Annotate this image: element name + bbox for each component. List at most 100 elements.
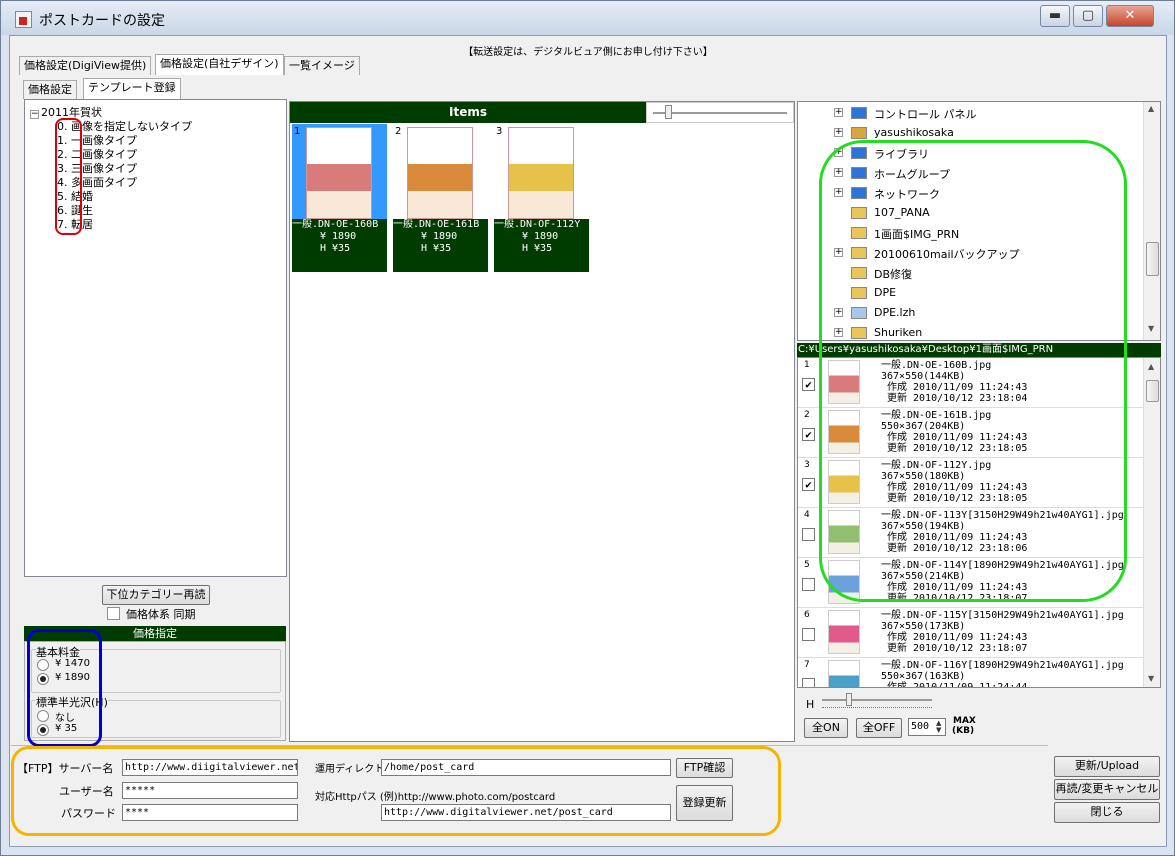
file-checkbox[interactable]	[802, 528, 815, 541]
tree-item-6[interactable]: 6. 誕生	[57, 202, 93, 217]
file-checkbox[interactable]	[802, 678, 815, 687]
folder-item[interactable]: + DPE.lzh	[834, 305, 1134, 321]
folder-item[interactable]: + yasushikosaka	[834, 125, 1134, 141]
file-dims: 367×550(144KB)	[881, 371, 966, 382]
card-name: 一般.DN-OE-161B	[393, 219, 480, 230]
gloss-option-35: ¥ 35	[55, 723, 78, 734]
file-updated: 更新 2010/10/12 23:18:05	[887, 493, 1028, 504]
folder-item[interactable]: DPE	[834, 285, 1134, 301]
file-row[interactable]: 6 一般.DN-OF-115Y[3150H29W49h21w40AYG1].jpg…	[798, 608, 1143, 658]
folder-item[interactable]: + ホームグループ	[834, 165, 1134, 181]
folder-scrollbar[interactable]: ▲ ▼	[1143, 102, 1160, 340]
update-upload-button[interactable]: 更新/Upload	[1054, 756, 1160, 777]
base-price-option-1470: ¥ 1470	[55, 658, 90, 669]
tab-price-digiview[interactable]: 価格設定(DigiView提供)	[19, 56, 152, 75]
expand-icon[interactable]: +	[834, 308, 843, 317]
category-tree: −2011年賀状 0. 画像を指定しないタイプ 1. 一画像タイプ 2. 二画像タイプ 3.…	[24, 99, 287, 577]
minimize-button[interactable]: ▬	[1040, 5, 1070, 27]
price-panel: 基本料金 ¥ 1470 ¥ 1890 標準半光沢(H) なし ¥ 35	[24, 641, 286, 741]
file-dims: 550×367(163KB)	[881, 671, 966, 682]
folder-item[interactable]: +20100610mailバックアップ	[834, 245, 1134, 261]
tree-item-4[interactable]: 4. 多画面タイプ	[57, 174, 137, 189]
app-window: ポストカードの設定 ▬ ▢ ✕ 【転送設定は、デジタルビュア側にお申し付け下さい…	[0, 0, 1175, 856]
sync-checkbox[interactable]	[107, 607, 120, 620]
folder-item[interactable]: + ライブラリ	[834, 145, 1134, 161]
tree-item-3[interactable]: 3. 三画像タイプ	[57, 160, 137, 175]
file-row[interactable]: 3 ✔ 一般.DN-OF-112Y.jpg 367×550(180KB) 作成 2010…	[798, 458, 1143, 508]
expand-icon[interactable]: +	[834, 108, 843, 117]
folder-item[interactable]: + ネットワーク	[834, 185, 1134, 201]
template-card[interactable]: 2 一般.DN-OE-161B ¥ 1890 H ¥35	[393, 124, 488, 272]
expand-icon[interactable]: +	[834, 188, 843, 197]
close-button[interactable]: 閉じる	[1054, 802, 1160, 823]
file-checkbox[interactable]	[802, 628, 815, 641]
ftp-server-input[interactable]: http://www.diigitalviewer.net	[122, 759, 298, 776]
folder-label: Shuriken	[874, 326, 923, 339]
reload-cancel-button[interactable]: 再読/変更キャンセル	[1054, 779, 1160, 800]
file-scrollbar[interactable]: ▲ ▼	[1143, 358, 1160, 687]
subtab-template-register[interactable]: テンプレート登録	[83, 78, 181, 99]
zoom-slider[interactable]	[646, 102, 794, 123]
tree-item-1[interactable]: 1. 一画像タイプ	[57, 132, 137, 147]
h-slider[interactable]	[820, 693, 935, 711]
max-size-spinner-icon[interactable]: ▲ ▼	[936, 720, 941, 734]
gloss-radio-35[interactable]	[37, 724, 49, 736]
ftp-password-input[interactable]: ****	[122, 804, 298, 821]
http-path-input[interactable]: http://www.digitalviewer.net/post_card	[381, 804, 671, 821]
file-created: 作成 2010/11/09 11:24:43	[887, 532, 1028, 543]
file-number: 3	[804, 460, 810, 470]
folder-icon	[851, 187, 867, 199]
file-checkbox[interactable]: ✔	[802, 428, 815, 441]
reload-subcategory-button[interactable]: 下位カテゴリー再読	[102, 585, 210, 605]
tab-price-custom[interactable]: 価格設定(自社デザイン)	[155, 54, 284, 75]
tree-item-5[interactable]: 5. 結婚	[57, 188, 93, 203]
tree-item-7[interactable]: 7. 転居	[57, 216, 93, 231]
folder-item[interactable]: DB修復	[834, 265, 1134, 281]
file-checkbox[interactable]: ✔	[802, 378, 815, 391]
tree-item-2[interactable]: 2. 二画像タイプ	[57, 146, 137, 161]
tree-root[interactable]: −2011年賀状	[30, 104, 102, 119]
register-update-button[interactable]: 登録更新	[676, 785, 733, 821]
file-created: 作成 2010/11/09 11:24:44	[887, 682, 1028, 688]
file-row[interactable]: 1 ✔ 一般.DN-OE-160B.jpg 367×550(144KB) 作成 2010…	[798, 358, 1143, 408]
all-on-button[interactable]: 全ON	[804, 718, 848, 738]
folder-item[interactable]: 107_PANA	[834, 205, 1134, 221]
all-off-button[interactable]: 全OFF	[856, 718, 902, 738]
maximize-button[interactable]: ▢	[1073, 5, 1103, 27]
expand-icon[interactable]: +	[834, 148, 843, 157]
ftp-area: 【FTP】サーバー名 http://www.diigitalviewer.net…	[11, 745, 1048, 832]
expand-icon[interactable]: +	[834, 128, 843, 137]
file-checkbox[interactable]: ✔	[802, 478, 815, 491]
tree-item-0[interactable]: 0. 画像を指定しないタイプ	[57, 118, 192, 133]
expand-icon[interactable]: +	[834, 248, 843, 257]
ftp-check-button[interactable]: FTP確認	[676, 758, 733, 778]
file-row[interactable]: 7 一般.DN-OF-116Y[1890H29W49h21w40AYG1].jpg…	[798, 658, 1143, 688]
ftp-server-label: 【FTP】サーバー名	[17, 762, 114, 775]
file-checkbox[interactable]	[802, 578, 815, 591]
base-price-radio-1470[interactable]	[37, 659, 49, 671]
expand-icon[interactable]: +	[834, 168, 843, 177]
card-info: 一般.DN-OF-112Y ¥ 1890 H ¥35	[494, 219, 589, 272]
file-updated: 更新 2010/10/12 23:18:05	[887, 443, 1028, 454]
file-row[interactable]: 2 ✔ 一般.DN-OE-161B.jpg 550×367(204KB) 作成 2010…	[798, 408, 1143, 458]
tab-list-image[interactable]: 一覧イメージ	[284, 56, 360, 75]
base-price-radio-1890[interactable]	[37, 673, 49, 685]
folder-item[interactable]: + コントロール パネル	[834, 105, 1134, 121]
folder-item[interactable]: 1画面$IMG_PRN	[834, 225, 1134, 241]
template-card[interactable]: 1 一般.DN-OE-160B ¥ 1890 H ¥35	[292, 124, 387, 272]
gloss-radio-none[interactable]	[37, 710, 49, 722]
file-row[interactable]: 4 一般.DN-OF-113Y[3150H29W49h21w40AYG1].jpg…	[798, 508, 1143, 558]
folder-label: ネットワーク	[874, 188, 940, 201]
ftp-dir-input[interactable]: /home/post_card	[381, 759, 671, 776]
subtab-price[interactable]: 価格設定	[23, 80, 77, 99]
folder-item[interactable]: + Shuriken	[834, 325, 1134, 341]
template-card[interactable]: 3 一般.DN-OF-112Y ¥ 1890 H ¥35	[494, 124, 589, 272]
items-panel: Items 1 一般.DN-OE-160B ¥ 1890 H ¥35 2 一般.DN-OE…	[289, 101, 795, 742]
file-name: 一般.DN-OE-161B.jpg	[881, 410, 992, 421]
close-window-button[interactable]: ✕	[1106, 5, 1154, 27]
file-name: 一般.DN-OF-116Y[1890H29W49h21w40AYG1].jpg	[881, 660, 1124, 671]
ftp-user-input[interactable]: *****	[122, 782, 298, 799]
expand-icon[interactable]: +	[834, 328, 843, 337]
card-info: 一般.DN-OE-160B ¥ 1890 H ¥35	[292, 219, 387, 272]
file-row[interactable]: 5 一般.DN-OF-114Y[1890H29W49h21w40AYG1].jpg…	[798, 558, 1143, 608]
